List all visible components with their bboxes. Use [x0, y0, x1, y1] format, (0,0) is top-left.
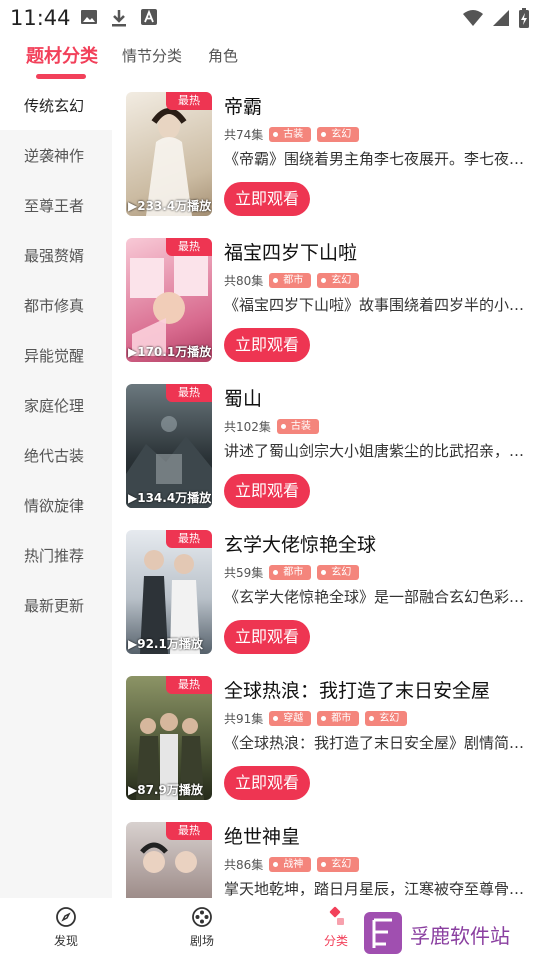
- drama-description: 讲述了蜀山剑宗大小姐唐紫尘的比武招亲，…: [224, 442, 525, 460]
- drama-poster[interactable]: 最热 ▶92.1万播放: [126, 530, 212, 654]
- drama-description: 《全球热浪：我打造了末日安全屋》剧情简…: [224, 734, 525, 752]
- genre-tag: 古装: [269, 127, 312, 142]
- signal-icon: [493, 10, 509, 26]
- genre-tag: 都市: [269, 273, 312, 288]
- tab-plot-category[interactable]: 情节分类: [122, 45, 182, 66]
- watermark-logo: 孚鹿软件站: [364, 910, 534, 956]
- nav-theater[interactable]: 剧场: [172, 906, 232, 949]
- play-count: ▶92.1万播放: [128, 637, 203, 651]
- genre-tag: 战神: [269, 857, 312, 872]
- film-reel-icon: [192, 907, 212, 927]
- drama-list: 最热 ▶233.4万播放 帝霸 共74集 古装 玄幻 《帝霸》围绕着男主角李七夜…: [112, 82, 540, 898]
- hot-badge: 最热: [166, 676, 212, 694]
- category-icon: [329, 906, 344, 925]
- tab-subject-category[interactable]: 题材分类: [26, 42, 98, 68]
- category-sidebar: 传统玄幻 逆袭神作 至尊王者 最强赘婿 都市修真 异能觉醒 家庭伦理 绝代古装 …: [0, 82, 112, 898]
- genre-tag: 玄幻: [365, 711, 408, 726]
- drama-poster[interactable]: 最热 ▶170.1万播放: [126, 238, 212, 362]
- drama-title: 帝霸: [224, 96, 263, 118]
- hot-badge: 最热: [166, 384, 212, 402]
- hot-badge: 最热: [166, 822, 212, 840]
- play-count: ▶233.4万播放: [128, 199, 212, 213]
- nav-discover[interactable]: 发现: [36, 906, 96, 949]
- drama-title: 全球热浪：我打造了末日安全屋: [224, 680, 491, 702]
- genre-tag: 玄幻: [317, 273, 360, 288]
- status-time: 11:44: [10, 6, 71, 30]
- nav-category[interactable]: 分类: [306, 906, 366, 949]
- hot-badge: 最热: [166, 92, 212, 110]
- drama-card[interactable]: 最热 ▶87.9万播放 全球热浪：我打造了末日安全屋 共91集 穿越 都市 玄幻…: [112, 666, 540, 806]
- sidebar-item-costume[interactable]: 绝代古装: [0, 432, 112, 480]
- watch-now-button[interactable]: 立即观看: [224, 328, 310, 362]
- genre-tag: 都市: [317, 711, 360, 726]
- episode-count: 共86集: [224, 858, 264, 872]
- hot-badge: 最热: [166, 530, 212, 548]
- watermark-icon: [364, 912, 402, 954]
- active-tab-indicator: [36, 74, 86, 79]
- drama-card[interactable]: 最热 ▶92.1万播放 玄学大佬惊艳全球 共59集 都市 玄幻 《玄学大佬惊艳全…: [112, 520, 540, 660]
- sidebar-item-supreme-king[interactable]: 至尊王者: [0, 182, 112, 230]
- nav-label: 分类: [323, 934, 348, 948]
- compass-icon: [56, 907, 76, 927]
- drama-title: 绝世神皇: [224, 826, 301, 848]
- top-tab-bar: 题材分类 情节分类 角色: [0, 36, 540, 82]
- drama-description: 《福宝四岁下山啦》故事围绕着四岁半的小…: [224, 296, 525, 314]
- drama-title: 福宝四岁下山啦: [224, 242, 358, 264]
- battery-charging-icon: [519, 8, 529, 28]
- tab-role[interactable]: 角色: [208, 45, 238, 66]
- drama-card[interactable]: 最热 ▶134.4万播放 蜀山 共102集 古装 讲述了蜀山剑宗大小姐唐紫尘的比…: [112, 374, 540, 514]
- play-count: ▶87.9万播放: [128, 783, 203, 797]
- sidebar-item-comeback[interactable]: 逆袭神作: [0, 132, 112, 180]
- sidebar-item-urban-cultivation[interactable]: 都市修真: [0, 282, 112, 330]
- drama-poster[interactable]: 最热: [126, 822, 212, 898]
- genre-tag: 玄幻: [317, 565, 360, 580]
- genre-tag: 玄幻: [317, 857, 360, 872]
- drama-card[interactable]: 最热 ▶170.1万播放 福宝四岁下山啦 共80集 都市 玄幻 《福宝四岁下山啦…: [112, 228, 540, 368]
- drama-poster[interactable]: 最热 ▶233.4万播放: [126, 92, 212, 216]
- status-bar: 11:44: [0, 0, 540, 36]
- nav-label: 剧场: [189, 934, 214, 948]
- download-icon: [112, 10, 126, 27]
- genre-tag: 都市: [269, 565, 312, 580]
- nav-label: 发现: [53, 934, 78, 948]
- genre-tag: 古装: [276, 419, 319, 434]
- font-a-icon: [141, 9, 157, 25]
- sidebar-item-romance[interactable]: 情欲旋律: [0, 482, 112, 530]
- sidebar-item-family-ethics[interactable]: 家庭伦理: [0, 382, 112, 430]
- genre-tag: 玄幻: [317, 127, 360, 142]
- sidebar-item-son-in-law[interactable]: 最强赘婿: [0, 232, 112, 280]
- watch-now-button[interactable]: 立即观看: [224, 766, 310, 800]
- drama-poster[interactable]: 最热 ▶87.9万播放: [126, 676, 212, 800]
- drama-card[interactable]: 最热 绝世神皇 共86集 战神 玄幻 掌天地乾坤，踏日月星辰，江寒被夺至尊骨…: [112, 812, 540, 898]
- watch-now-button[interactable]: 立即观看: [224, 620, 310, 654]
- drama-description: 掌天地乾坤，踏日月星辰，江寒被夺至尊骨…: [224, 880, 525, 898]
- episode-count: 共102集: [224, 420, 271, 434]
- sidebar-item-latest[interactable]: 最新更新: [0, 582, 112, 630]
- drama-title: 蜀山: [224, 388, 263, 410]
- episode-count: 共91集: [224, 712, 264, 726]
- sidebar-item-hot[interactable]: 热门推荐: [0, 532, 112, 580]
- drama-card[interactable]: 最热 ▶233.4万播放 帝霸 共74集 古装 玄幻 《帝霸》围绕着男主角李七夜…: [112, 82, 540, 222]
- hot-badge: 最热: [166, 238, 212, 256]
- play-count: ▶170.1万播放: [128, 345, 212, 359]
- drama-description: 《玄学大佬惊艳全球》是一部融合玄幻色彩…: [224, 588, 525, 606]
- wifi-icon: [463, 10, 483, 26]
- drama-poster[interactable]: 最热 ▶134.4万播放: [126, 384, 212, 508]
- play-count: ▶134.4万播放: [128, 491, 212, 505]
- genre-tag: 穿越: [269, 711, 312, 726]
- drama-title: 玄学大佬惊艳全球: [224, 534, 377, 556]
- watch-now-button[interactable]: 立即观看: [224, 182, 310, 216]
- watermark-text: 孚鹿软件站: [410, 924, 510, 948]
- watch-now-button[interactable]: 立即观看: [224, 474, 310, 508]
- episode-count: 共59集: [224, 566, 264, 580]
- sidebar-item-superpower[interactable]: 异能觉醒: [0, 332, 112, 380]
- sidebar-item-traditional-fantasy[interactable]: 传统玄幻: [0, 82, 112, 130]
- image-icon: [81, 10, 97, 24]
- episode-count: 共74集: [224, 128, 264, 142]
- drama-description: 《帝霸》围绕着男主角李七夜展开。李七夜…: [224, 150, 525, 168]
- episode-count: 共80集: [224, 274, 264, 288]
